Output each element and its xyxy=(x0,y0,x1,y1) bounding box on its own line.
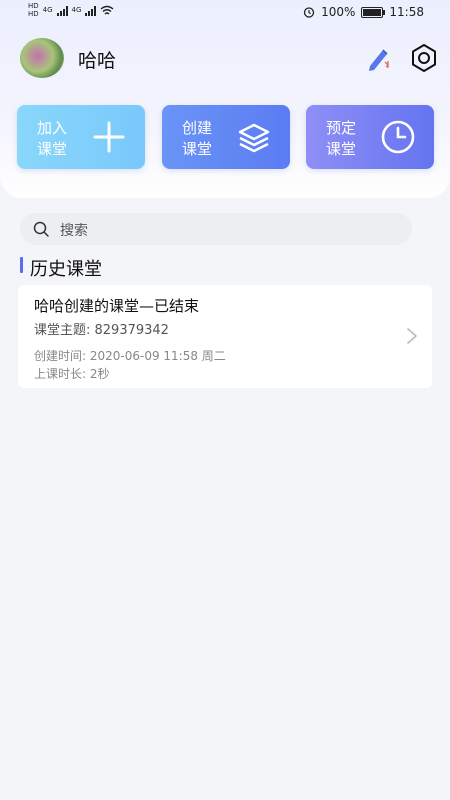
signal-icon xyxy=(56,5,68,16)
join-class-label: 加入 课堂 xyxy=(37,119,68,158)
chevron-right-icon xyxy=(407,328,417,344)
section-title: 历史课堂 xyxy=(30,259,102,280)
battery-icon xyxy=(361,6,386,18)
search-input[interactable]: 搜索 xyxy=(20,213,412,245)
schedule-class-button[interactable]: 预定 课堂 xyxy=(306,105,434,169)
create-class-button[interactable]: 创建 课堂 xyxy=(162,105,290,169)
network-label: 4G xyxy=(42,6,53,14)
history-class-item[interactable]: 哈哈创建的课堂—已结束 课堂主题: 829379342 创建时间: 2020-0… xyxy=(18,285,432,388)
avatar[interactable] xyxy=(20,38,64,78)
layers-icon xyxy=(238,123,270,153)
gear-icon[interactable] xyxy=(408,42,440,74)
username: 哈哈 xyxy=(78,50,117,72)
wifi-icon xyxy=(100,5,114,15)
class-title: 哈哈创建的课堂—已结束 xyxy=(34,297,200,315)
battery-level xyxy=(363,8,382,16)
hd-badge: HD xyxy=(28,2,39,10)
search-icon xyxy=(33,221,49,237)
class-created-time: 创建时间: 2020-06-09 11:58 周二 xyxy=(34,349,226,363)
battery-percent: 100% xyxy=(321,5,356,19)
section-accent-bar xyxy=(20,257,23,273)
alarm-icon xyxy=(303,7,315,18)
schedule-class-label: 预定 课堂 xyxy=(326,119,357,158)
network-label: 4G xyxy=(71,6,82,14)
clock-time: 11:58 xyxy=(389,5,424,19)
status-bar: HD HD 4G 4G 100% 11:58 xyxy=(0,0,450,24)
status-right: 100% 11:58 xyxy=(303,5,424,19)
clock-icon xyxy=(381,120,415,154)
join-class-button[interactable]: 加入 课堂 xyxy=(17,105,145,169)
create-class-label: 创建 课堂 xyxy=(182,119,213,158)
pen-icon[interactable] xyxy=(364,44,392,72)
search-placeholder: 搜索 xyxy=(60,223,88,239)
hd-badge: HD xyxy=(28,10,39,18)
hd-badges: HD HD xyxy=(28,3,39,18)
status-left: HD HD 4G 4G xyxy=(28,3,114,18)
plus-icon xyxy=(93,121,125,153)
class-duration: 上课时长: 2秒 xyxy=(34,367,110,381)
class-topic: 课堂主题: 829379342 xyxy=(34,323,169,338)
signal-icon xyxy=(85,5,97,16)
